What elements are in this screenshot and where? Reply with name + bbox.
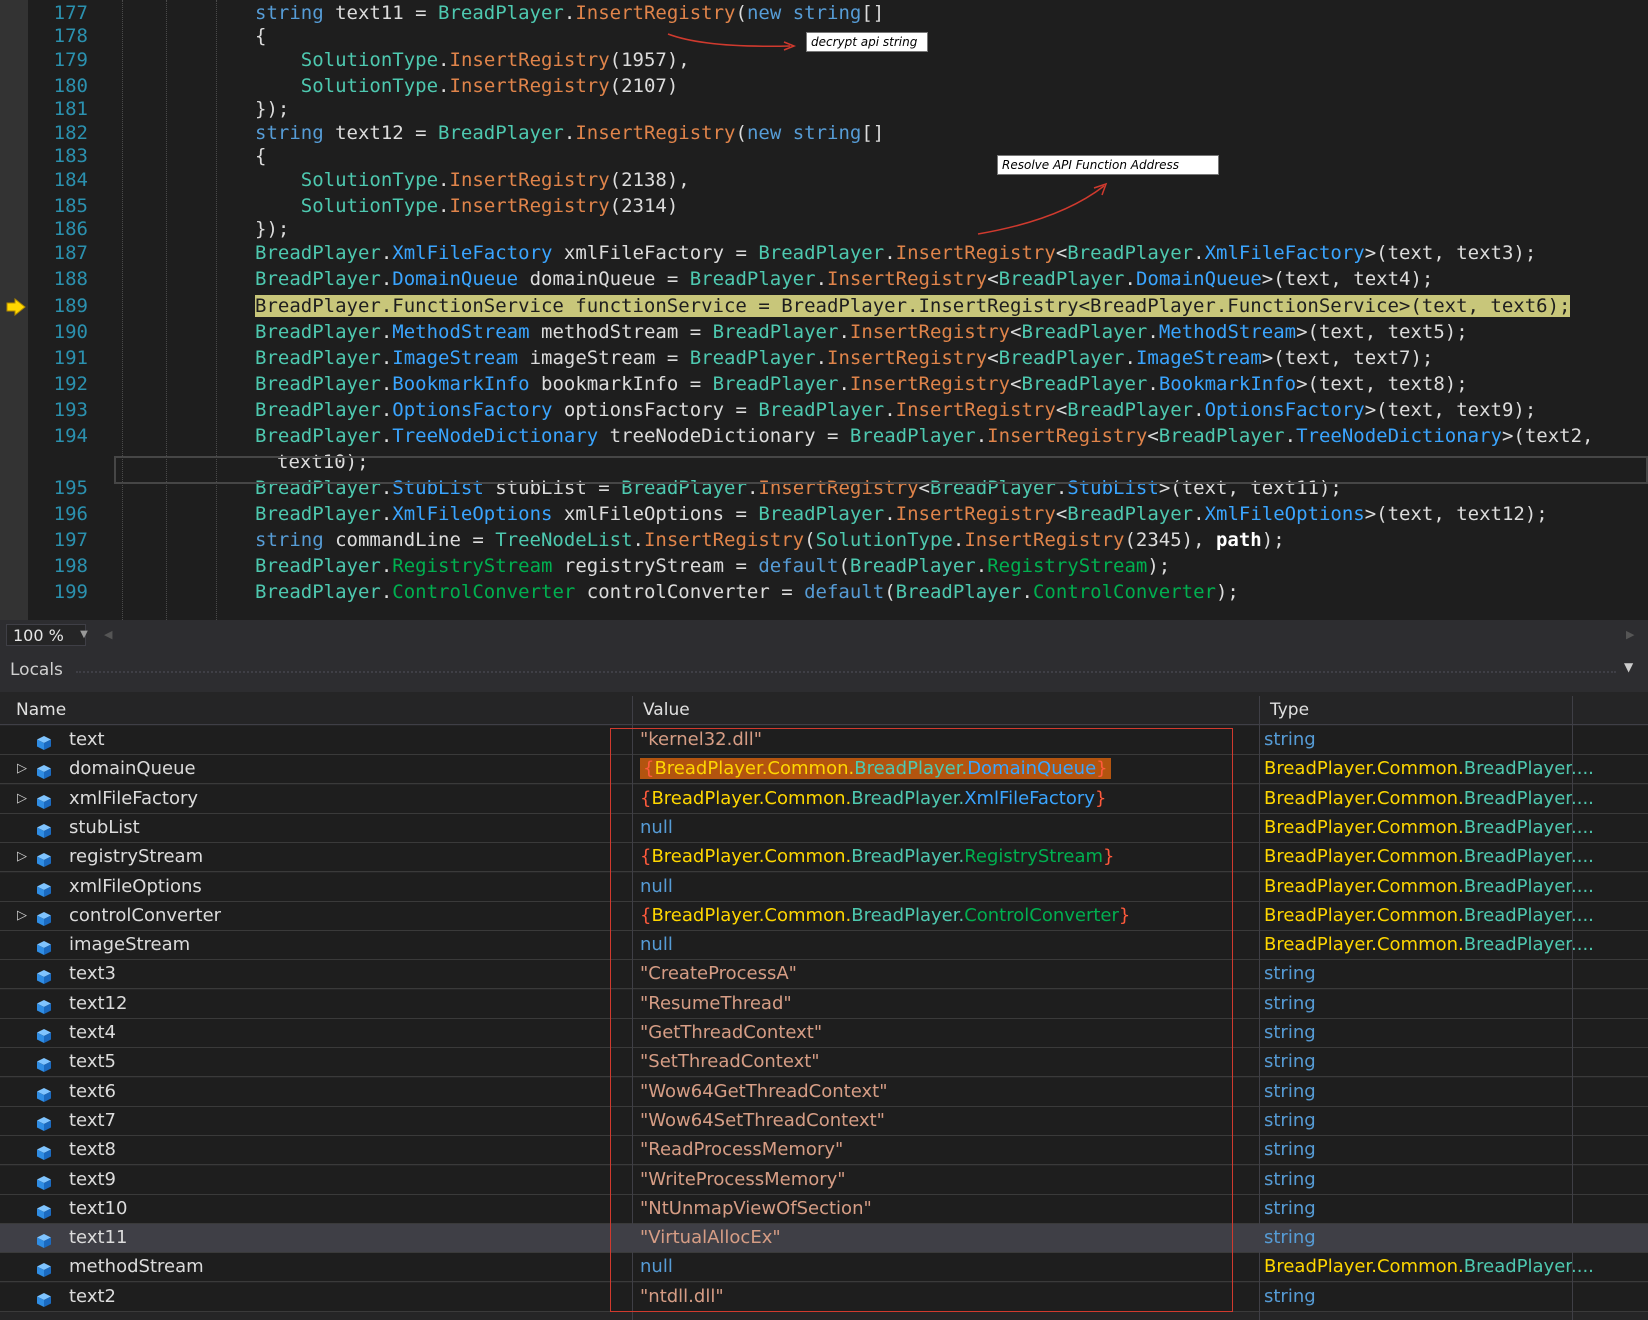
variable-name: text6	[69, 1080, 116, 1102]
annotation-value-box	[610, 728, 1233, 1312]
variable-icon	[36, 732, 52, 750]
horizontal-scrollbar[interactable]: ◀ ▶	[100, 628, 1640, 642]
code-editor[interactable]: 177 string text11 = BreadPlayer.InsertReg…	[0, 0, 1648, 620]
variable-name: text8	[69, 1139, 116, 1161]
variable-type: string	[1264, 1197, 1316, 1219]
variable-type: string	[1264, 1168, 1316, 1190]
variable-icon	[36, 761, 52, 780]
expand-arrow-icon[interactable]: ▷	[17, 902, 29, 930]
variable-type: string	[1264, 1139, 1316, 1161]
chevron-down-icon[interactable]: ▼	[76, 624, 92, 646]
variable-icon	[36, 1289, 52, 1307]
annotation-arrows	[667, 33, 1108, 235]
variable-name: xmlFileOptions	[69, 875, 202, 897]
panel-menu-icon[interactable]: ▼	[1624, 660, 1633, 674]
column-divider[interactable]	[1572, 696, 1573, 1320]
variable-icon	[36, 996, 52, 1014]
variable-type: BreadPlayer.Common.BreadPlayer....	[1264, 1256, 1594, 1278]
variable-type: string	[1264, 1285, 1316, 1307]
locals-title: Locals	[10, 660, 63, 680]
variable-icon	[36, 1084, 52, 1102]
variable-icon	[36, 791, 52, 809]
variable-icon	[36, 937, 52, 956]
variable-type: BreadPlayer.Common.BreadPlayer....	[1264, 846, 1594, 868]
variable-name: registryStream	[69, 846, 204, 868]
expand-arrow-icon[interactable]: ▷	[17, 755, 29, 783]
variable-icon	[36, 849, 52, 868]
zoom-level-select[interactable]: 100 %	[6, 624, 86, 646]
locals-column-headers: Name Value Type	[0, 696, 1648, 725]
variable-type: string	[1264, 992, 1316, 1014]
variable-name: methodStream	[69, 1256, 204, 1278]
drag-grip[interactable]	[76, 671, 1616, 673]
variable-icon	[36, 1230, 52, 1249]
column-value-header[interactable]: Value	[643, 698, 690, 722]
variable-type: BreadPlayer.Common.BreadPlayer....	[1264, 787, 1594, 809]
variable-icon	[36, 879, 52, 897]
variable-icon	[36, 820, 52, 838]
variable-name: domainQueue	[69, 758, 196, 780]
variable-name: text5	[69, 1051, 116, 1073]
expand-arrow-icon[interactable]: ▷	[17, 785, 29, 813]
variable-name: text7	[69, 1109, 116, 1131]
variable-type: BreadPlayer.Common.BreadPlayer....	[1264, 758, 1594, 780]
variable-icon	[36, 1113, 52, 1131]
variable-icon	[36, 1259, 52, 1278]
variable-type: string	[1264, 729, 1316, 750]
scroll-right-icon[interactable]: ▶	[1626, 628, 1634, 641]
variable-icon	[36, 1054, 52, 1073]
column-divider[interactable]	[1259, 696, 1260, 1320]
variable-icon	[36, 1172, 52, 1190]
variable-name: controlConverter	[69, 904, 222, 926]
variable-type: string	[1264, 1109, 1316, 1131]
variable-name: text11	[69, 1227, 128, 1249]
scroll-left-icon[interactable]: ◀	[104, 628, 112, 641]
variable-type: BreadPlayer.Common.BreadPlayer....	[1264, 875, 1594, 897]
variable-type: BreadPlayer.Common.BreadPlayer....	[1264, 904, 1594, 926]
variable-name: text9	[69, 1168, 116, 1190]
variable-icon	[36, 1142, 52, 1161]
column-type-header[interactable]: Type	[1270, 698, 1309, 722]
column-name-header[interactable]: Name	[16, 698, 66, 722]
variable-name: imageStream	[69, 934, 191, 956]
variable-name: xmlFileFactory	[69, 787, 199, 809]
variable-icon	[36, 1201, 52, 1219]
variable-type: string	[1264, 1080, 1316, 1102]
variable-name: text4	[69, 1022, 116, 1043]
variable-name: text2	[69, 1285, 116, 1307]
locals-header: Locals ▼	[0, 650, 1648, 692]
variable-name: text12	[69, 992, 128, 1014]
variable-type: string	[1264, 1022, 1316, 1043]
variable-name: stubList	[69, 816, 140, 838]
variable-type: string	[1264, 963, 1316, 985]
expand-arrow-icon[interactable]: ▷	[17, 843, 29, 871]
variable-icon	[36, 1025, 52, 1043]
variable-type: BreadPlayer.Common.BreadPlayer....	[1264, 816, 1594, 838]
variable-icon	[36, 966, 52, 985]
variable-name: text	[69, 729, 105, 750]
variable-type: string	[1264, 1051, 1316, 1073]
variable-type: BreadPlayer.Common.BreadPlayer....	[1264, 934, 1594, 956]
variable-name: text3	[69, 963, 116, 985]
variable-type: string	[1264, 1227, 1316, 1249]
variable-icon	[36, 908, 52, 926]
variable-name: text10	[69, 1197, 128, 1219]
